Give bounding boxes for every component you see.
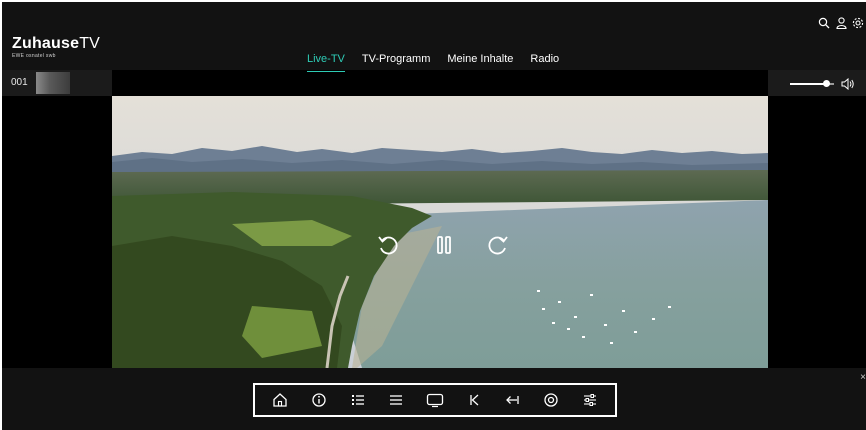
record-icon[interactable] (539, 388, 563, 412)
logo-tv-text: TV (79, 35, 101, 52)
channel-indicator[interactable]: 001 (2, 70, 112, 96)
remote-toolbar (253, 383, 617, 417)
volume-slider-handle[interactable] (822, 80, 830, 87)
header: ZuhauseTV EWE osnatel swb Live-TV TV-Pro… (2, 2, 866, 72)
channel-logo (36, 72, 70, 94)
screen-icon[interactable] (423, 388, 447, 412)
bottom-bar: × (2, 368, 866, 430)
home-icon[interactable] (268, 388, 292, 412)
main-nav: Live-TV TV-Programm Meine Inhalte Radio (307, 52, 559, 72)
skip-back-icon[interactable] (462, 388, 486, 412)
screen: ZuhauseTV EWE osnatel swb Live-TV TV-Pro… (0, 0, 866, 430)
tv-app: ZuhauseTV EWE osnatel swb Live-TV TV-Pro… (2, 2, 866, 430)
video-player[interactable] (112, 96, 768, 368)
user-icon[interactable] (835, 16, 847, 30)
tab-meine-inhalte[interactable]: Meine Inhalte (447, 52, 513, 72)
tab-tv-programm[interactable]: TV-Programm (362, 52, 430, 72)
channel-list-icon[interactable] (346, 388, 370, 412)
top-icon-group (818, 16, 864, 30)
settings-sliders-icon[interactable] (578, 388, 602, 412)
tab-live-tv[interactable]: Live-TV (307, 52, 345, 72)
logo-partners-text: EWE osnatel swb (12, 53, 56, 59)
speaker-icon[interactable] (841, 77, 855, 95)
app-logo[interactable]: ZuhauseTV EWE osnatel swb (12, 35, 101, 60)
tab-radio[interactable]: Radio (530, 52, 559, 72)
player-controls (374, 231, 514, 261)
volume-slider-track[interactable] (790, 83, 827, 85)
close-button[interactable]: × (860, 372, 866, 383)
volume-control (768, 70, 866, 96)
channel-number: 001 (11, 77, 28, 88)
info-icon[interactable] (307, 388, 331, 412)
back-icon[interactable] (500, 388, 524, 412)
menu-icon[interactable] (384, 388, 408, 412)
pause-icon[interactable] (430, 231, 458, 259)
settings-icon[interactable] (852, 16, 864, 30)
rewind-icon[interactable] (374, 231, 402, 259)
logo-main-text: Zuhause (12, 35, 80, 52)
forward-icon[interactable] (484, 231, 512, 259)
search-icon[interactable] (818, 16, 830, 30)
